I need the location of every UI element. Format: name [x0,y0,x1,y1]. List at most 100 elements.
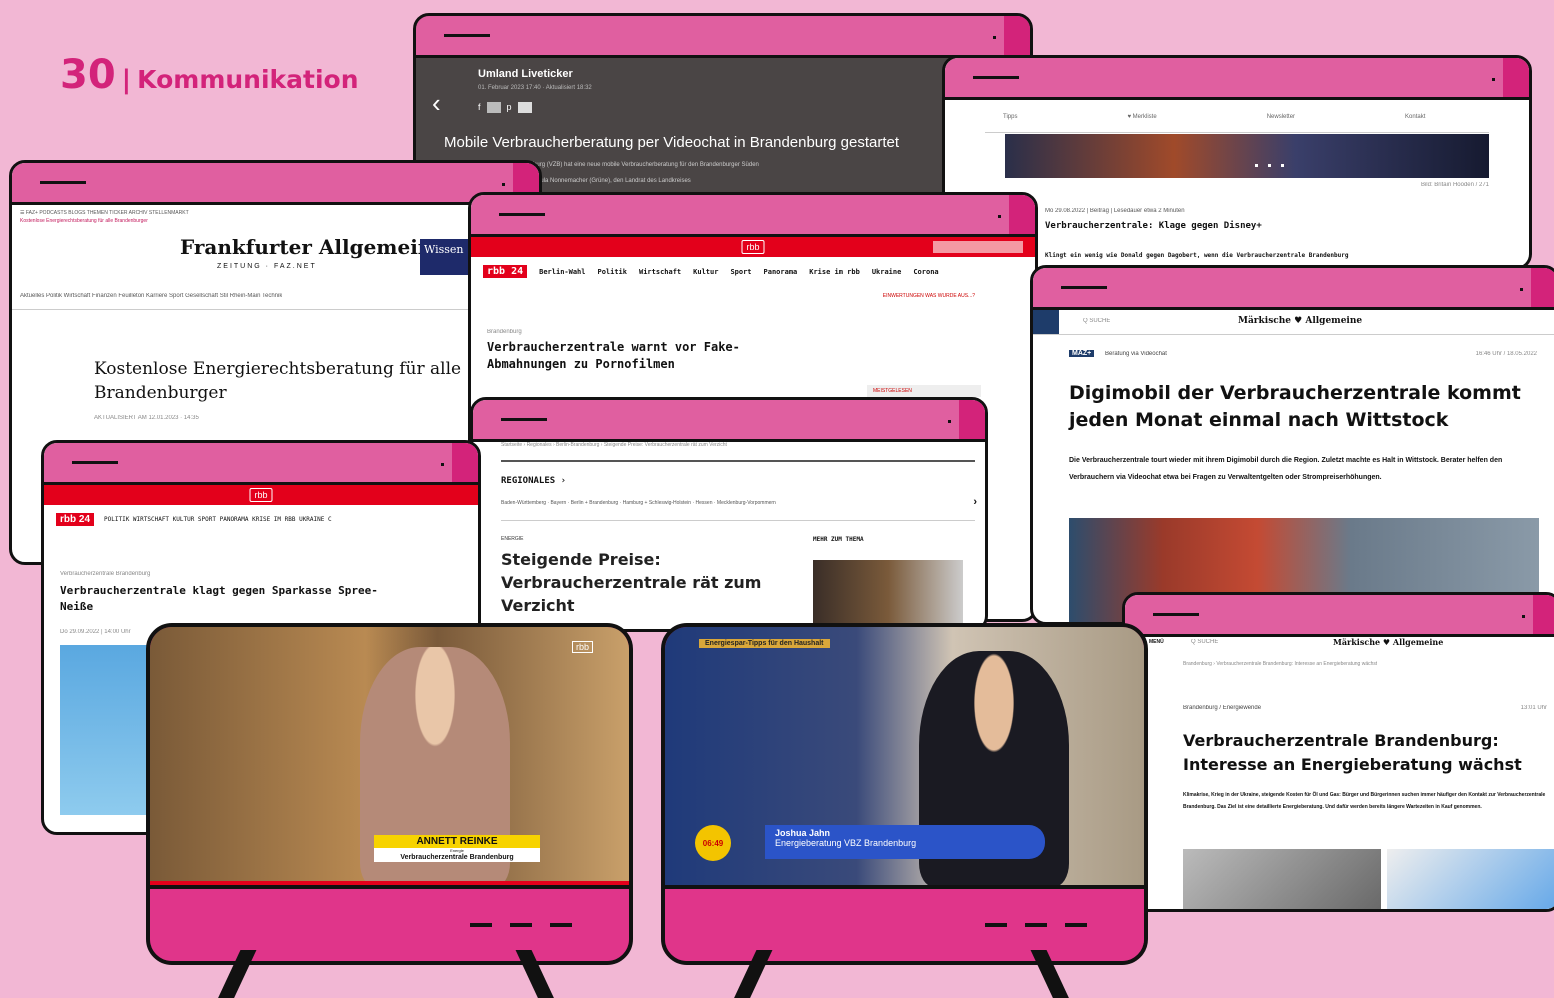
facebook-icon[interactable]: f [478,102,481,113]
maz-digimobil-teaser: Die Verbraucherzentrale tourt wieder mit… [1069,457,1503,481]
lower-third-name: Joshua Jahn [775,828,831,838]
lower-third: ANNETT REINKE Energie Verbraucherzentral… [374,835,540,871]
disney-headline[interactable]: Verbraucherzentrale: Klage gegen Disney+ [1045,221,1262,231]
rbb-meistgelesen[interactable]: MEISTGELESEN [867,385,981,397]
section-title: Kommunikation [137,65,359,94]
nav-kultur[interactable]: Kultur [693,268,718,276]
tv-screen: Energiespar-Tipps für den Haushalt 06:49… [665,627,1144,885]
maz-time: 16:46 Uhr / 18.05.2022 [1475,351,1537,357]
maz-menu-button[interactable]: MENÜ [1149,639,1164,645]
pagination-dots [1255,164,1284,167]
liveticker-meta: 01. Februar 2023 17:40 · Aktualisiert 18… [478,85,592,91]
window-title-bar [12,163,539,205]
rbb-header-bar: rbb [471,237,1035,257]
rbb-subnav[interactable]: EINWERTUNGEN WAS WURDE AUS...? [883,293,975,299]
liveticker-headline[interactable]: Mobile Verbraucherberatung per Videochat… [444,134,899,151]
maz-search[interactable]: Q SUCHE [1191,639,1218,645]
disney-hero-image [1005,134,1489,178]
tv-screen: rbb ANNETT REINKE Energie Verbraucherzen… [150,627,629,885]
maz-energie-headline[interactable]: Verbraucherzentrale Brandenburg: Interes… [1183,729,1554,777]
page-title: 30 | Kommunikation [60,52,359,98]
maz-search[interactable]: Q SUCHE [1083,318,1110,324]
rbb-sparkasse-headline[interactable]: Verbraucherzentrale klagt gegen Sparkass… [60,583,400,615]
liveticker-kicker: Umland Liveticker [478,68,573,80]
window-title-bar [1033,268,1554,310]
rbb-kicker: Verbraucherzentrale Brandenburg [60,571,151,577]
faz-headline[interactable]: Kostenlose Energierechtsberatung für all… [94,357,474,405]
rbb-search-field[interactable] [933,241,1023,253]
maz-energie-teaser: Klimakrise, Krieg in der Ukraine, steige… [1183,792,1546,810]
rbb-logo[interactable]: rbb [249,488,273,502]
faz-meta: AKTUALISIERT AM 12.01.2023 · 14:35 [94,415,199,421]
maz-menu-button[interactable] [1033,310,1059,334]
tv-stand-base [150,885,629,961]
faz-section-nav[interactable]: Aktuelles Politik Wirtschaft Finanzen Fe… [20,293,282,299]
rbb-fake-headline[interactable]: Verbraucherzentrale warnt vor Fake-Abmah… [487,339,787,373]
rbb-header-bar: rbb [44,485,478,505]
nav-krise[interactable]: Krise im rbb [809,268,860,276]
nav-politik[interactable]: Politik [597,268,627,276]
twitter-icon[interactable] [486,102,501,113]
maz-digimobil-headline[interactable]: Digimobil der Verbraucherzentrale kommt … [1069,380,1529,434]
rbb-kicker: Brandenburg [487,329,522,335]
tv-topic-banner: Energiespar-Tipps für den Haushalt [699,639,830,648]
window-regionales: Startseite › Regionales › Berlin-Branden… [470,397,988,632]
window-title-bar [44,443,478,485]
rbb-nav-row: rbb 24 POLITIK WIRTSCHAFT KULTUR SPORT P… [56,513,332,526]
nav-merkliste[interactable]: ♥ Merkliste [1127,114,1156,120]
rbb-logo[interactable]: rbb [741,240,765,254]
image-credit: Bild: Britain Hooden / 271 [1420,182,1489,188]
maz-logo[interactable]: Märkische ♥ Allgemeine [1238,316,1362,326]
scroll-right-icon[interactable]: › [973,496,977,508]
faz-logo[interactable]: Frankfurter Allgemeine [180,235,445,259]
window-title-bar [473,400,985,442]
back-chevron-icon[interactable]: ‹ [432,88,441,119]
faz-logo-sub: ZEITUNG · FAZ.NET [217,263,317,270]
tv-clock: 06:49 [695,825,731,861]
lower-third-role: Energieberatung VBZ Brandenburg [775,838,917,848]
maz-breadcrumb[interactable]: Brandenburg › Verbraucherzentrale Brande… [1183,661,1377,667]
nav-tipps[interactable]: Tipps [1003,114,1017,120]
maz-logo[interactable]: Märkische ♥ Allgemeine [1333,637,1443,647]
regional-side-image [813,560,963,629]
nav-wirtschaft[interactable]: Wirtschaft [639,268,681,276]
tv-channel-logo: rbb [571,641,593,653]
regional-state-nav[interactable]: Baden-Württemberg · Bayern · Berlin + Br… [501,500,961,506]
nav-sport[interactable]: Sport [730,268,751,276]
tv-joshua-jahn: Energiespar-Tipps für den Haushalt 06:49… [661,623,1148,965]
rbb-article-image [60,645,150,815]
regional-breadcrumb[interactable]: Startseite › Regionales › Berlin-Branden… [501,442,727,448]
rbb24-badge[interactable]: rbb 24 [56,513,95,526]
pinterest-icon[interactable]: p [507,102,512,113]
title-separator: | [121,65,132,95]
faz-top-nav[interactable]: ☰ FAZ+ PODCASTS BLOGS THEMEN TICKER ARCH… [20,210,189,216]
regional-section[interactable]: REGIONALES › [501,476,566,486]
maz-plus-badge: MAZ+ [1069,350,1095,357]
window-maz-energieberatung: MENÜ Q SUCHE Märkische ♥ Allgemeine Bran… [1122,592,1554,912]
faz-breadcrumb: Kostenlose Energierechtsberatung für all… [20,218,148,224]
nav-panorama[interactable]: Panorama [764,268,798,276]
nav-ukraine[interactable]: Ukraine [872,268,902,276]
nav-kontakt[interactable]: Kontakt [1405,114,1425,120]
window-maz-digimobil: Q SUCHE Märkische ♥ Allgemeine MAZ+ Bera… [1030,265,1554,625]
maz-time: 13:01 Uhr [1520,705,1547,711]
nav-berlin-wahl[interactable]: Berlin-Wahl [539,268,585,276]
lower-third-org: Verbraucherzentrale Brandenburg [374,853,540,862]
maz-energie-image-2 [1387,849,1554,909]
page-number: 30 [60,52,116,98]
share-icons: f p [478,102,532,113]
nav-newsletter[interactable]: Newsletter [1267,114,1295,120]
rbb24-badge[interactable]: rbb 24 [483,265,528,278]
disney-meta: Mo 29.08.2022 | Beitrag | Lesedauer etwa… [1045,208,1185,214]
mehr-zum-thema: MEHR ZUM THEMA [813,536,864,543]
tv-stand-base [665,885,1144,961]
rbb-meta: Do 29.09.2022 | 14:00 Uhr [60,629,131,635]
mail-icon[interactable] [517,102,532,113]
maz-kicker: Beratung via Videochat [1105,351,1167,357]
regional-headline[interactable]: Steigende Preise: Verbraucherzentrale rä… [501,548,801,617]
rbb-nav: rbb 24 Berlin-Wahl Politik Wirtschaft Ku… [483,265,939,278]
maz-kicker: Brandenburg / Energiewende [1183,705,1262,711]
rbb-nav[interactable]: POLITIK WIRTSCHAFT KULTUR SPORT PANORAMA… [104,516,332,523]
nav-corona[interactable]: Corona [913,268,938,276]
window-title-bar [471,195,1035,237]
